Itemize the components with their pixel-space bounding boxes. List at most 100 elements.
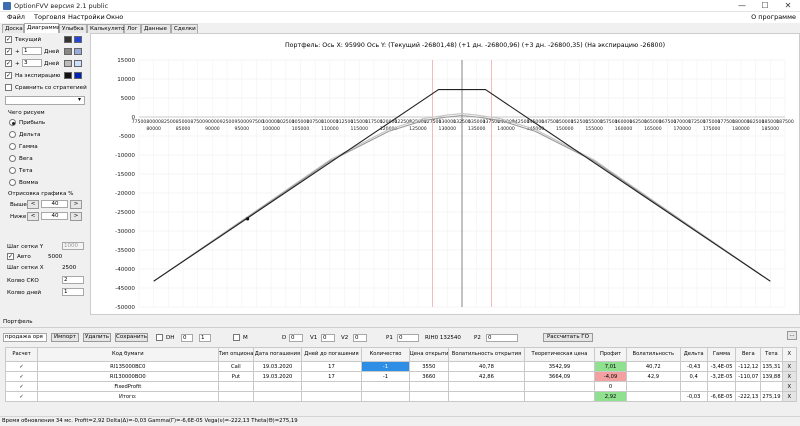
v1-input[interactable]: 0 [321, 334, 335, 342]
col-header[interactable]: Код бумаги [37, 347, 219, 362]
tab-board[interactable]: Доска [2, 24, 24, 33]
col-header[interactable]: Дельта [679, 347, 708, 362]
menu-about[interactable]: О программе [751, 13, 796, 21]
plus1-days-input[interactable]: 1 [22, 47, 42, 55]
dh-checkbox[interactable] [156, 334, 163, 341]
radio-vega[interactable] [9, 155, 16, 162]
plus3-line-color[interactable] [64, 60, 72, 67]
table-row[interactable]: ✓ FixedProfit 0 X [4, 381, 798, 392]
row-checkbox[interactable]: ✓ [4, 361, 39, 372]
plus1-checkbox[interactable]: ✓ [5, 48, 12, 55]
col-header[interactable]: Тета [760, 347, 783, 362]
cell-price[interactable] [408, 381, 449, 392]
menu-trading[interactable]: Торговля [34, 13, 65, 21]
menu-settings[interactable]: Настройки [68, 13, 105, 21]
col-header[interactable]: Вега [735, 347, 762, 362]
sko-input[interactable]: 2 [62, 276, 84, 284]
col-header[interactable]: Расчет [4, 347, 39, 362]
row-checkbox[interactable]: ✓ [4, 381, 39, 392]
table-row[interactable]: ✓ RI130000BO0 Put 19.03.2020 17 -1 3660 … [4, 371, 798, 382]
plus1-alt-color[interactable] [74, 48, 82, 55]
tab-diagram[interactable]: Диаграмма [24, 23, 60, 33]
expiry-line-color[interactable] [64, 72, 72, 79]
cell-price[interactable]: 3660 [408, 371, 449, 382]
below-decrease-button[interactable]: < [27, 212, 39, 221]
remove-row-button[interactable]: X [781, 371, 798, 382]
chevron-down-icon[interactable]: ▾ [78, 96, 81, 103]
col-header[interactable]: X [781, 347, 798, 362]
import-button[interactable]: Импорт [51, 333, 79, 342]
d-input[interactable]: 0 [289, 334, 303, 342]
above-input[interactable]: 40 [41, 200, 68, 208]
row-checkbox[interactable]: ✓ [4, 371, 39, 382]
plus1-line-color[interactable] [64, 48, 72, 55]
current-alt-color[interactable] [74, 36, 82, 43]
tab-log[interactable]: Лог [124, 24, 141, 33]
table-row[interactable]: ✓ RI135000BC0 Call 19.03.2020 17 -1 3550… [4, 361, 798, 372]
calc-margin-button[interactable]: Рассчитать ГО [543, 333, 593, 342]
delete-button[interactable]: Удалить [83, 333, 111, 342]
close-window-button[interactable]: ✕ [776, 0, 800, 12]
cell-qty[interactable]: -1 [361, 361, 410, 372]
auto-checkbox[interactable]: ✓ [7, 253, 14, 260]
tab-data[interactable]: Данные [141, 24, 171, 33]
col-header[interactable]: Дата погашения [253, 347, 302, 362]
cell-price[interactable]: 3550 [408, 361, 449, 372]
p1-input[interactable]: 0 [397, 334, 419, 342]
tab-trades[interactable]: Сделки [171, 24, 198, 33]
plus3-unit: Дней [44, 61, 60, 67]
tab-smile[interactable]: Улыбка [59, 24, 87, 33]
radio-vomma[interactable] [9, 179, 16, 186]
col-header[interactable]: Дней до погашения [300, 347, 363, 362]
step-y-input[interactable]: 1000 [62, 242, 84, 250]
col-header[interactable]: Тип опциона [217, 347, 255, 362]
remove-row-button[interactable]: X [781, 361, 798, 372]
col-header[interactable]: Теоретическая цена [523, 347, 596, 362]
above-decrease-button[interactable]: < [27, 200, 39, 209]
col-header[interactable]: Профит [594, 347, 628, 362]
current-line-color[interactable] [64, 36, 72, 43]
tab-calculator[interactable]: Калькулятор [87, 24, 128, 33]
below-input[interactable]: 40 [41, 212, 68, 220]
v2-input[interactable]: 0 [353, 334, 367, 342]
expiry-checkbox[interactable]: ✓ [5, 72, 12, 79]
remove-row-button[interactable]: X [781, 391, 798, 402]
menu-file[interactable]: Файл [7, 13, 25, 21]
strategy-select[interactable] [5, 96, 85, 105]
table-row[interactable]: ✓ Итого: 2,92 -0,03 -6,6E-05 -222,13 275… [4, 391, 798, 402]
minimize-button[interactable]: — [730, 0, 754, 12]
col-header[interactable]: Волатильность [626, 347, 681, 362]
p2-input[interactable]: 0 [486, 334, 518, 342]
plus3-checkbox[interactable]: ✓ [5, 60, 12, 67]
col-header[interactable]: Цена открытия [408, 347, 449, 362]
col-header[interactable]: Волатильность открытия [447, 347, 525, 362]
current-checkbox[interactable]: ✓ [5, 36, 12, 43]
dh-input-1[interactable]: 0 [181, 334, 193, 342]
maximize-button[interactable]: ☐ [753, 0, 777, 12]
cell-qty[interactable] [361, 381, 410, 392]
radio-profit[interactable] [9, 119, 16, 126]
save-button[interactable]: Сохранить [115, 333, 148, 342]
cell-qty[interactable]: -1 [361, 371, 410, 382]
row-checkbox[interactable]: ✓ [4, 391, 39, 402]
col-header[interactable]: Гамма [706, 347, 737, 362]
compare-checkbox[interactable] [5, 84, 12, 91]
below-increase-button[interactable]: > [70, 212, 82, 221]
above-increase-button[interactable]: > [70, 200, 82, 209]
more-button[interactable]: ... [787, 331, 797, 340]
radio-theta[interactable] [9, 167, 16, 174]
menu-window[interactable]: Окно [106, 13, 123, 21]
plus3-alt-color[interactable] [74, 60, 82, 67]
mode-select[interactable]: продажа оря [3, 333, 47, 342]
radio-delta[interactable] [9, 131, 16, 138]
col-header[interactable]: Количество [361, 347, 410, 362]
remove-row-button[interactable]: X [781, 381, 798, 392]
dh-input-2[interactable]: 1 [199, 334, 211, 342]
plus3-days-input[interactable]: 3 [22, 59, 42, 67]
cell-qty[interactable] [361, 391, 410, 402]
cell-price[interactable] [408, 391, 449, 402]
radio-gamma[interactable] [9, 143, 16, 150]
days-input[interactable]: 1 [62, 288, 84, 296]
m-checkbox[interactable] [233, 334, 240, 341]
expiry-alt-color[interactable] [74, 72, 82, 79]
